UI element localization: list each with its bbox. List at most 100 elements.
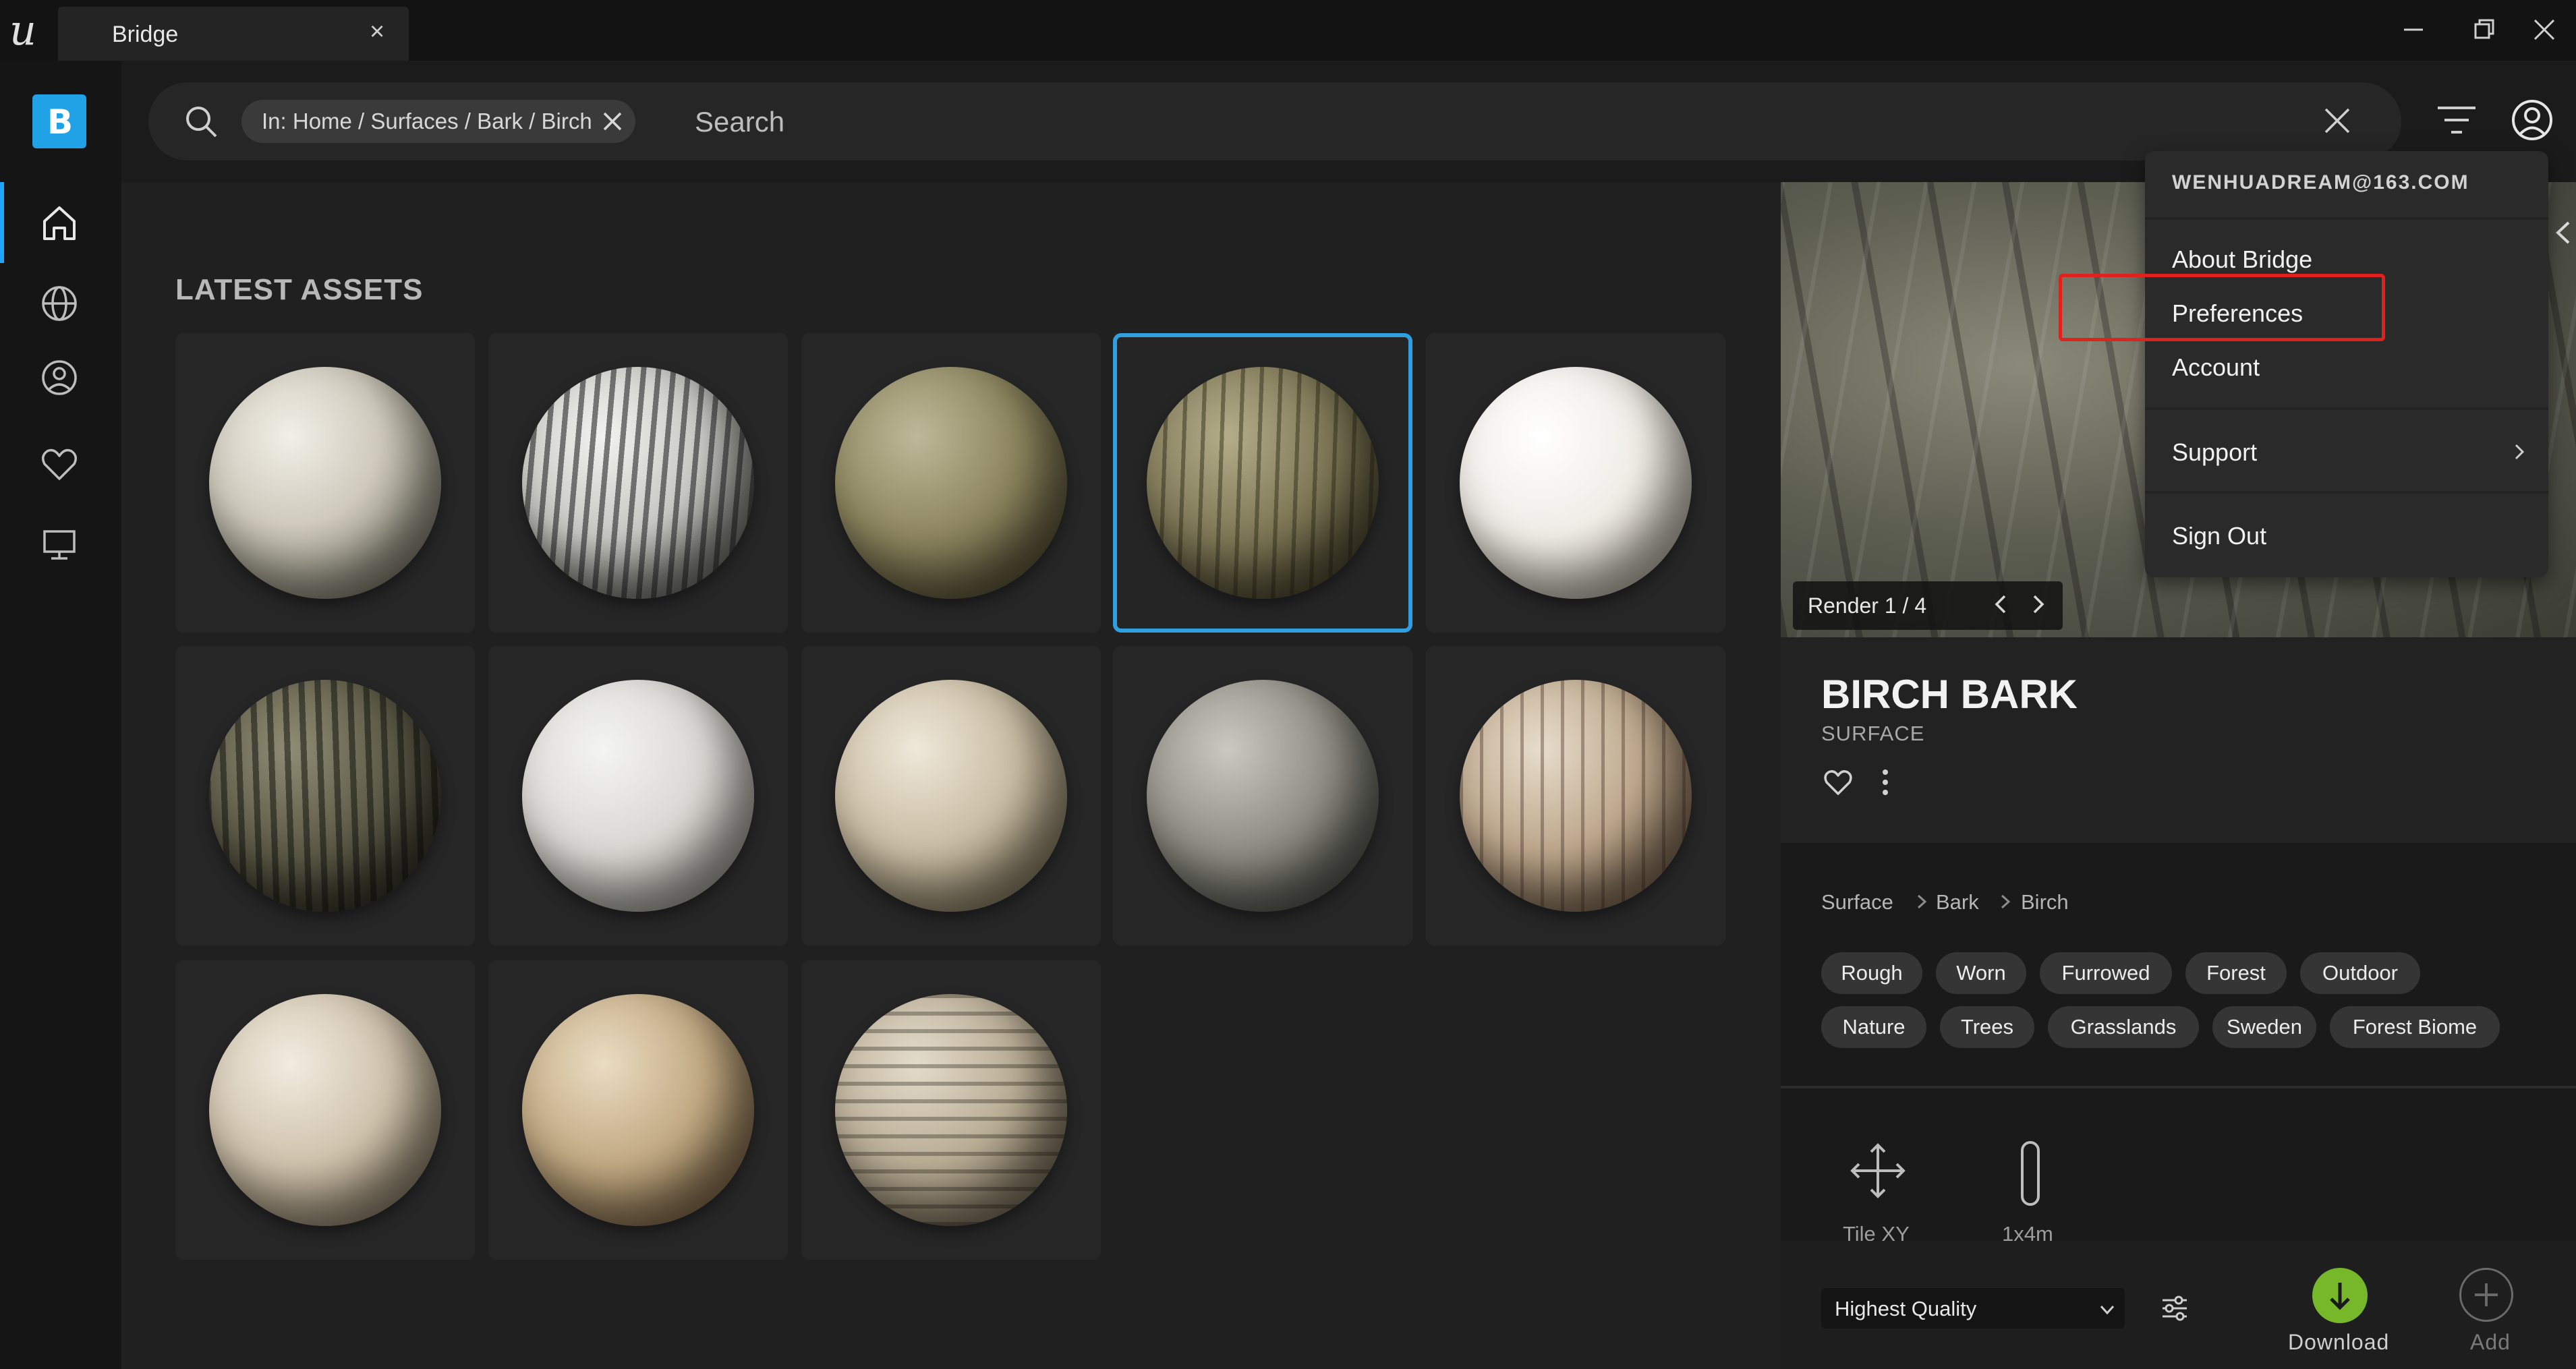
- menu-item-account[interactable]: Account: [2172, 353, 2260, 382]
- asset-tile[interactable]: [175, 646, 475, 945]
- remove-scope-icon[interactable]: [600, 109, 625, 134]
- asset-thumbnail: [209, 680, 441, 912]
- chevron-right-icon: [2001, 894, 2011, 909]
- more-options-icon[interactable]: [1875, 765, 1895, 799]
- clear-search-icon[interactable]: [2320, 104, 2354, 138]
- move-arrows-icon: [1850, 1143, 1906, 1198]
- asset-tile[interactable]: [1426, 333, 1725, 633]
- asset-thumbnail: [209, 367, 441, 599]
- filter-icon[interactable]: [2435, 103, 2478, 140]
- tag[interactable]: Nature: [1821, 1006, 1926, 1048]
- chevron-right-icon: [1917, 894, 1927, 909]
- search-icon[interactable]: [182, 103, 220, 140]
- asset-thumbnail: [835, 367, 1067, 599]
- asset-info: BIRCH BARK SURFACE: [1781, 637, 2576, 843]
- tag[interactable]: Worn: [1936, 952, 2026, 994]
- favorite-icon[interactable]: [1821, 765, 1855, 799]
- section-title: LATEST ASSETS: [175, 273, 424, 306]
- search-bar: In: Home / Surfaces / Bark / Birch: [148, 82, 2401, 161]
- asset-type: SURFACE: [1821, 722, 1925, 745]
- quality-value: Highest Quality: [1835, 1297, 1977, 1320]
- title-bar: u Bridge ×: [0, 0, 2576, 61]
- quality-dropdown[interactable]: Highest Quality: [1821, 1288, 2125, 1329]
- add-button[interactable]: [2459, 1268, 2513, 1322]
- asset-tile[interactable]: [1426, 646, 1725, 945]
- local-library-icon[interactable]: [38, 523, 81, 566]
- asset-thumbnail: [835, 680, 1067, 912]
- size-bar-icon: [2021, 1141, 2040, 1206]
- search-scope-chip[interactable]: In: Home / Surfaces / Bark / Birch: [241, 100, 635, 143]
- asset-thumbnail: [1147, 367, 1379, 599]
- chevron-left-icon[interactable]: [1988, 592, 2013, 616]
- tag[interactable]: Outdoor: [2300, 952, 2420, 994]
- section-divider: [1781, 1086, 2576, 1088]
- close-window-icon[interactable]: [2524, 9, 2565, 50]
- annotation-highlight: [2059, 274, 2385, 341]
- tag[interactable]: Rough: [1821, 952, 1922, 994]
- asset-tile[interactable]: [801, 646, 1101, 945]
- breadcrumb-item[interactable]: Surface: [1821, 890, 1893, 914]
- breadcrumb-item[interactable]: Bark: [1936, 890, 1979, 914]
- asset-tile[interactable]: [488, 333, 788, 633]
- bridge-logo-icon[interactable]: B: [32, 94, 86, 148]
- restore-icon[interactable]: [2463, 9, 2504, 50]
- asset-tile[interactable]: [1113, 646, 1412, 945]
- chevron-down-icon: [2100, 1305, 2115, 1315]
- asset-thumbnail: [835, 994, 1067, 1226]
- account-icon[interactable]: [2509, 97, 2555, 143]
- chevron-right-icon: [2515, 444, 2525, 460]
- asset-tile-selected[interactable]: [1113, 333, 1412, 633]
- unreal-logo-icon: u: [9, 5, 36, 54]
- asset-tile[interactable]: [488, 646, 788, 945]
- plus-icon: [2475, 1283, 2498, 1306]
- asset-tile[interactable]: [801, 960, 1101, 1260]
- search-scope-label: In: Home / Surfaces / Bark / Birch: [262, 109, 592, 134]
- account-email: WENHUADREAM@163.COM: [2172, 171, 2469, 194]
- tag[interactable]: Grasslands: [2048, 1006, 2199, 1048]
- asset-tile[interactable]: [175, 333, 475, 633]
- asset-thumbnail: [522, 680, 754, 912]
- asset-tile[interactable]: [175, 960, 475, 1260]
- menu-item-support[interactable]: Support: [2172, 438, 2257, 467]
- chevron-right-icon[interactable]: [2026, 592, 2051, 616]
- globe-icon[interactable]: [38, 282, 81, 325]
- download-button[interactable]: [2312, 1268, 2368, 1323]
- home-icon[interactable]: [38, 201, 81, 244]
- tag[interactable]: Furrowed: [2040, 952, 2172, 994]
- asset-browser: LATEST ASSETS: [121, 182, 1781, 1369]
- tag[interactable]: Forest Biome: [2330, 1006, 2500, 1048]
- asset-title: BIRCH BARK: [1821, 672, 2078, 717]
- search-input[interactable]: [693, 101, 2248, 143]
- breadcrumb-item[interactable]: Birch: [2021, 890, 2069, 914]
- tag[interactable]: Forest: [2185, 952, 2287, 994]
- menu-item-about[interactable]: About Bridge: [2172, 245, 2312, 274]
- menu-divider: [2145, 491, 2548, 494]
- asset-tile[interactable]: [488, 960, 788, 1260]
- menu-divider: [2145, 217, 2548, 220]
- nav-active-indicator: [0, 182, 4, 263]
- asset-thumbnail: [522, 367, 754, 599]
- close-tab-icon[interactable]: ×: [370, 18, 384, 47]
- render-counter: Render 1 / 4: [1808, 593, 1927, 618]
- minimize-icon[interactable]: [2393, 9, 2434, 50]
- menu-divider: [2145, 407, 2548, 410]
- download-arrow-icon: [2330, 1283, 2350, 1310]
- asset-thumbnail: [1460, 680, 1692, 912]
- menu-item-sign-out[interactable]: Sign Out: [2172, 522, 2266, 550]
- asset-thumbnail: [1460, 367, 1692, 599]
- download-label: Download: [2288, 1330, 2390, 1354]
- window-tab[interactable]: Bridge ×: [58, 7, 409, 61]
- collapse-panel-icon[interactable]: [2550, 216, 2576, 250]
- asset-thumbnail: [522, 994, 754, 1226]
- download-bar: Highest Quality Download Add: [1781, 1241, 2576, 1369]
- sliders-icon[interactable]: [2158, 1292, 2191, 1324]
- svg-text:B: B: [47, 103, 73, 142]
- tag[interactable]: Trees: [1940, 1006, 2034, 1048]
- asset-tile[interactable]: [801, 333, 1101, 633]
- tag[interactable]: Sweden: [2212, 1006, 2316, 1048]
- add-label: Add: [2470, 1330, 2511, 1354]
- asset-thumbnail: [1147, 680, 1379, 912]
- profile-icon[interactable]: [38, 356, 81, 399]
- heart-icon[interactable]: [38, 442, 81, 486]
- account-menu: WENHUADREAM@163.COM About Bridge Prefere…: [2145, 151, 2548, 577]
